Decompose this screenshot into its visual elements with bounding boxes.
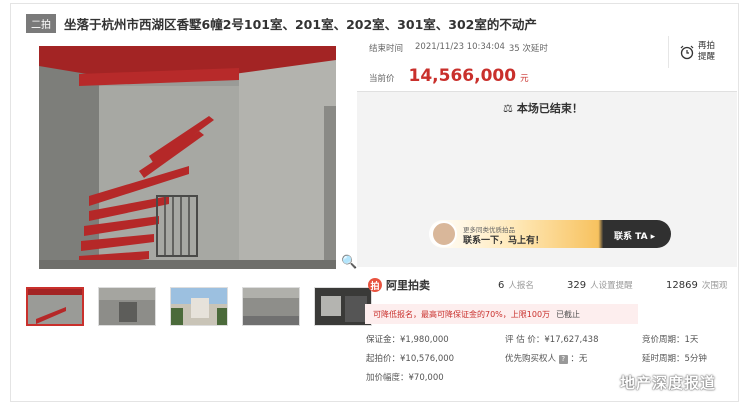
- zoom-icon[interactable]: 🔍: [341, 255, 357, 270]
- gavel-icon: ⚖: [503, 101, 513, 115]
- signup-stat: 6 人报名: [498, 279, 534, 291]
- signup-count: 6: [498, 280, 505, 291]
- appraisal-price: 评 估 价：¥17,627,438: [505, 335, 599, 345]
- help-icon[interactable]: ?: [558, 355, 568, 364]
- watermark: 地产深度报道: [620, 374, 717, 392]
- brand-name: 阿里拍卖: [386, 279, 430, 292]
- stats-bar: 拍 阿里拍卖 6 人报名 329 人设置提醒 12869 次围观: [368, 274, 738, 296]
- agent-avatar: [431, 221, 457, 247]
- view-label: 次围观: [701, 281, 728, 291]
- view-stat: 12869 次围观: [666, 279, 727, 291]
- thumbnail-2[interactable]: [98, 287, 156, 326]
- priority-label: 优先购买权人: [505, 354, 557, 364]
- thumbnail-1[interactable]: [26, 287, 84, 326]
- delay-count: 35 次延时: [508, 44, 548, 54]
- view-count: 12869: [666, 280, 698, 291]
- round-badge: 二拍: [26, 13, 56, 33]
- priority-value: ：无: [570, 354, 588, 364]
- title-row: 二拍 坐落于杭州市西湖区香墅6幢2号101室、201室、202室、301室、30…: [26, 13, 537, 33]
- agent-message: 联系一下，马上有！: [463, 236, 545, 246]
- alarm-clock-icon: [680, 45, 694, 60]
- end-time-label: 结束时间: [369, 44, 404, 54]
- stairwell-image: [39, 46, 336, 269]
- thumbnail-5[interactable]: [314, 287, 372, 326]
- delay-cycle: 延时周期：5分钟: [642, 354, 707, 364]
- auction-ended: ⚖ 本场已结束！: [503, 100, 583, 116]
- contact-agent-button[interactable]: 联系 TA ▸: [614, 229, 655, 242]
- reminder-stat: 329 人设置提醒: [567, 279, 633, 291]
- remind-button[interactable]: 再拍提醒: [668, 36, 734, 68]
- deposit-notice: 可降低报名，最高可降保证金的70%，上限100万 已截止: [365, 304, 638, 324]
- signup-label: 人报名: [508, 281, 534, 291]
- ended-text: 本场已结束！: [516, 102, 583, 115]
- remind-label: 再拍提醒: [698, 41, 716, 62]
- price-row: 当前价 14,566,000 元: [369, 66, 529, 86]
- thumbnail-4[interactable]: [242, 287, 300, 326]
- notice-status: 已截止: [556, 309, 581, 319]
- reminder-label: 人设置提醒: [590, 281, 633, 291]
- priority-buyer: 优先购买权人 ? ：无: [505, 352, 587, 364]
- notice-text: 可降低报名，最高可降保证金的70%，上限100万: [373, 309, 551, 319]
- ali-auction-logo: 拍 阿里拍卖: [368, 277, 430, 293]
- ali-logo-icon: 拍: [368, 278, 382, 292]
- thumbnail-3[interactable]: [170, 287, 228, 326]
- thumbnail-strip: [26, 287, 372, 326]
- reminder-count: 329: [567, 280, 587, 291]
- end-time-value: 2021/11/23 10:34:04: [415, 42, 505, 52]
- main-photo[interactable]: [39, 46, 336, 269]
- listing-title[interactable]: 坐落于杭州市西湖区香墅6幢2号101室、201室、202室、301室、302室的…: [64, 14, 537, 33]
- current-price: 14,566,000: [408, 66, 517, 86]
- price-label: 当前价: [369, 74, 395, 84]
- price-unit: 元: [520, 74, 529, 84]
- bid-cycle: 竞价周期：1天: [642, 335, 699, 345]
- start-price: 起拍价：¥10,576,000: [366, 354, 455, 364]
- deposit: 保证金：¥1,980,000: [366, 335, 449, 345]
- end-time-row: 结束时间 2021/11/23 10:34:04 35 次延时: [369, 42, 548, 54]
- increment: 加价幅度：¥70,000: [366, 373, 444, 383]
